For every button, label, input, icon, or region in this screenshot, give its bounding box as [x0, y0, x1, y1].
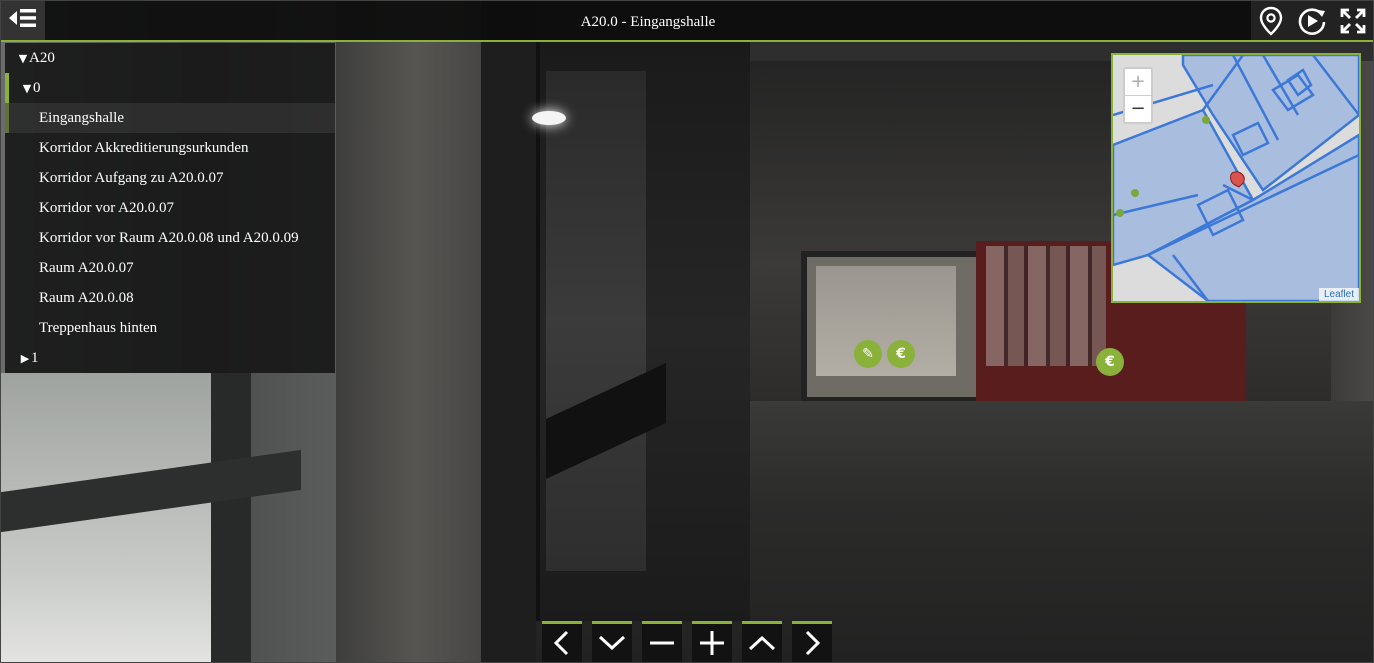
tree-item-label: Korridor vor Raum A20.0.08 und A20.0.09	[39, 230, 299, 246]
tree-item-floor-1[interactable]: ▶ 1	[5, 343, 39, 373]
tree-item-label: Korridor Aufgang zu A20.0.07	[39, 170, 224, 186]
page-title: A20.0 - Eingangshalle	[580, 14, 716, 30]
zoom-out-icon	[650, 641, 674, 645]
tilt-up-button[interactable]	[742, 621, 782, 662]
minimap[interactable]: + − Leaflet	[1111, 53, 1361, 303]
tree-item-room[interactable]: Korridor Aufgang zu A20.0.07	[5, 163, 335, 193]
tree-item-label: Eingangshalle	[39, 110, 124, 126]
ceiling-light	[532, 111, 566, 125]
navigation-tree: ▼ A20 ▼ 0 Eingangshalle Korridor Akkrediti…	[5, 43, 335, 373]
tree-item-label: A20	[29, 50, 55, 66]
tree-item-room[interactable]: Raum A20.0.08	[5, 283, 335, 313]
pan-left-icon	[553, 630, 569, 656]
zoom-out-button[interactable]: −	[1125, 96, 1151, 122]
tree-item-building[interactable]: ▼ A20	[5, 43, 55, 73]
view-controls	[542, 621, 834, 662]
tree-item-room[interactable]: Korridor Akkreditierungsurkunden	[5, 133, 335, 163]
wrench-icon[interactable]: ✎	[854, 340, 882, 368]
tree-item-label: Korridor Akkreditierungsurkunden	[39, 140, 249, 156]
tree-item-label: Raum A20.0.07	[39, 260, 134, 276]
tilt-up-icon	[748, 635, 776, 651]
tree-item-label: 1	[31, 350, 39, 366]
far-doors-glass	[816, 266, 956, 376]
pan-right-icon	[805, 630, 821, 656]
autoplay-icon[interactable]	[1296, 5, 1328, 37]
tree-item-floor-0[interactable]: ▼ 0	[5, 73, 41, 103]
top-bar: A20.0 - Eingangshalle	[1, 1, 1373, 42]
tree-item-label: Raum A20.0.08	[39, 290, 134, 306]
tree-item-label: Treppenhaus hinten	[39, 320, 158, 336]
tree-item-room[interactable]: Korridor vor A20.0.07	[5, 193, 335, 223]
pan-left-button[interactable]	[542, 621, 582, 662]
zoom-in-icon	[700, 631, 724, 655]
tree-item-room[interactable]: Treppenhaus hinten	[5, 313, 335, 343]
zoom-control: + −	[1123, 67, 1153, 124]
tree-item-label: Korridor vor A20.0.07	[39, 200, 174, 216]
tilt-down-button[interactable]	[592, 621, 632, 662]
chevron-right-icon: ▶	[20, 352, 30, 365]
tree-item-room[interactable]: Eingangshalle	[5, 103, 335, 133]
hotspot-glyph: ✎	[862, 346, 874, 362]
hotspot-glyph: €	[896, 346, 906, 362]
top-icon-group	[1251, 1, 1373, 40]
pillar-shadow	[481, 1, 536, 662]
map-attribution-link[interactable]: Leaflet	[1318, 288, 1359, 301]
zoom-in-view-button[interactable]	[692, 621, 732, 662]
chevron-down-icon: ▼	[22, 82, 32, 95]
map-pin-icon[interactable]	[1255, 5, 1287, 37]
tree-item-room[interactable]: Korridor vor Raum A20.0.08 und A20.0.09	[5, 223, 335, 253]
pan-right-button[interactable]	[792, 621, 832, 662]
menu-toggle-button[interactable]	[1, 1, 45, 40]
notice-papers	[986, 246, 1106, 366]
tree-item-room[interactable]: Raum A20.0.07	[5, 253, 335, 283]
chevron-down-icon: ▼	[18, 52, 28, 65]
euro-icon[interactable]: €	[887, 340, 915, 368]
tree-item-label: 0	[33, 80, 41, 96]
zoom-out-view-button[interactable]	[642, 621, 682, 662]
hotspot-glyph: €	[1105, 354, 1115, 370]
euro-icon[interactable]: €	[1096, 348, 1124, 376]
window-frame	[211, 373, 251, 662]
tilt-down-icon	[598, 635, 626, 651]
viewer-frame: A20.0 - Eingangshalle ▼ A20 ▼ 0 Eingangs…	[0, 0, 1374, 663]
zoom-in-button[interactable]: +	[1125, 69, 1151, 96]
menu-collapse-icon	[9, 7, 37, 34]
fullscreen-icon[interactable]	[1337, 5, 1369, 37]
door-glass	[546, 71, 646, 571]
